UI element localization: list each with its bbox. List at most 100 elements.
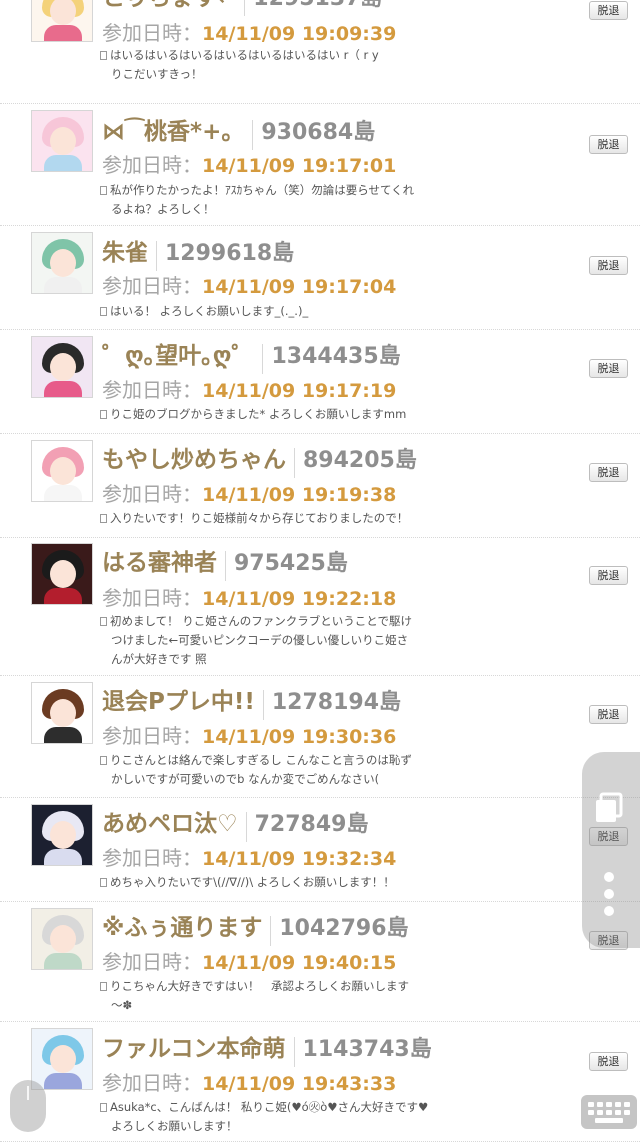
name-line: とりちょす← 1295137島 — [102, 0, 382, 18]
join-date-line: 参加日時：14/11/09 19:17:04 — [102, 271, 396, 301]
leave-button[interactable]: 脱退 — [589, 359, 628, 378]
comment-line: りこちゃん大好きですはい！ 承認よろしくお願いします — [110, 979, 409, 993]
join-date-line: 参加日時：14/11/09 19:09:39 — [102, 18, 396, 48]
join-date-value: 14/11/09 19:22:18 — [202, 588, 397, 610]
join-date-value: 14/11/09 19:30:36 — [202, 726, 397, 748]
avatar[interactable] — [31, 440, 93, 502]
join-date-value: 14/11/09 19:19:38 — [202, 484, 397, 506]
join-date-label: 参加日時： — [102, 274, 202, 298]
leave-button[interactable]: 脱退 — [589, 256, 628, 275]
comment-line: りこさんとは絡んで楽しすぎるし こんなこと言うのは恥ず — [110, 753, 412, 767]
memo-icon — [100, 514, 107, 523]
leave-button[interactable]: 脱退 — [589, 705, 628, 724]
comment-line: Asuka*c、こんばんは！ 私りこ姫(♥ó㊋ò♥さん大好きです♥ — [110, 1100, 429, 1114]
leave-button[interactable]: 脱退 — [589, 463, 628, 482]
join-date-value: 14/11/09 19:09:39 — [202, 23, 397, 45]
member-nickname[interactable]: はる審神者 — [102, 550, 217, 576]
member-comment: めちゃ入りたいです\(//∇//)\ よろしくお願いします！！ — [100, 873, 440, 892]
name-line: 朱雀 1299618島 — [102, 233, 294, 273]
memo-icon — [100, 186, 107, 195]
join-date-line: 参加日時：14/11/09 19:32:34 — [102, 843, 396, 873]
island-id: 894205島 — [303, 448, 417, 473]
comment-line: よろしくお願いします！ — [111, 1119, 238, 1133]
member-nickname[interactable]: ※ふぅ通ります — [102, 915, 262, 941]
name-line: ※ふぅ通ります 1042796島 — [102, 908, 409, 948]
mouse-icon[interactable] — [10, 1080, 46, 1132]
memo-icon — [100, 1103, 107, 1112]
join-date-label: 参加日時： — [102, 378, 202, 402]
comment-line: 私が作りたかったよ！ｱｽｶちゃん（笑）勿論は要らせてくれ — [110, 183, 415, 197]
member-row: はる審神者 975425島 参加日時：14/11/09 19:22:18 初めまして！… — [0, 538, 640, 676]
comment-line: んが大好きです 照 — [111, 652, 207, 666]
member-nickname[interactable]: とりちょす← — [102, 0, 236, 11]
leave-button[interactable]: 脱退 — [589, 1052, 628, 1071]
member-row: もやし炒めちゃん 894205島 参加日時：14/11/09 19:19:38 入りた… — [0, 434, 640, 538]
more-options-icon[interactable] — [604, 872, 614, 918]
avatar[interactable] — [31, 1028, 93, 1090]
join-date-label: 参加日時： — [102, 724, 202, 748]
comment-line: つけました←可愛いピンクコーデの優しい優しいりこ姫さ — [111, 633, 409, 647]
floating-side-panel[interactable] — [582, 752, 640, 948]
island-id: 727849島 — [254, 812, 369, 837]
avatar[interactable] — [31, 110, 93, 172]
join-date-line: 参加日時：14/11/09 19:17:01 — [102, 150, 396, 180]
member-comment: 入りたいです！りこ姫様前々から存じておりましたので！ — [100, 509, 440, 528]
member-comment: りこちゃん大好きですはい！ 承認よろしくお願いします ～✽ — [100, 977, 440, 1015]
member-nickname[interactable]: ゜ღ｡望叶｡ღ゜ — [102, 343, 254, 369]
join-date-value: 14/11/09 19:43:33 — [202, 1073, 397, 1095]
avatar[interactable] — [31, 908, 93, 970]
member-row: 退会Pプレ中!! 1278194島 参加日時：14/11/09 19:30:36 りこ… — [0, 676, 640, 798]
name-line: 退会Pプレ中!! 1278194島 — [102, 682, 401, 722]
copy-icon[interactable] — [593, 792, 625, 824]
join-date-value: 14/11/09 19:32:34 — [202, 848, 397, 870]
member-row: ゜ღ｡望叶｡ღ゜ 1344435島 参加日時：14/11/09 19:17:19 りこ… — [0, 330, 640, 434]
member-nickname[interactable]: あめペロ汰♡ — [102, 811, 238, 837]
comment-line: 初めまして！ りこ姫さんのファンクラブということで駆け — [110, 614, 412, 628]
member-nickname[interactable]: ファルコン本命萌 — [102, 1036, 286, 1062]
join-date-line: 参加日時：14/11/09 19:30:36 — [102, 721, 396, 751]
member-comment: Asuka*c、こんばんは！ 私りこ姫(♥ó㊋ò♥さん大好きです♥ よろしくお願い… — [100, 1098, 440, 1136]
comment-line: 入りたいです！りこ姫様前々から存じておりましたので！ — [110, 511, 409, 525]
member-nickname[interactable]: 朱雀 — [102, 240, 148, 266]
comment-line: かしいですが可愛いのでb なんか変でごめんなさい( — [111, 772, 380, 786]
divider — [270, 915, 272, 946]
avatar[interactable] — [31, 336, 93, 398]
memo-icon — [100, 982, 107, 991]
join-date-line: 参加日時：14/11/09 19:17:19 — [102, 375, 396, 405]
keyboard-icon[interactable] — [581, 1095, 637, 1129]
avatar[interactable] — [31, 0, 93, 42]
avatar[interactable] — [31, 804, 93, 866]
member-comment: りこさんとは絡んで楽しすぎるし こんなこと言うのは恥ず かしいですが可愛いのでb … — [100, 751, 440, 789]
island-id: 1278194島 — [271, 690, 401, 715]
name-line: あめペロ汰♡ 727849島 — [102, 804, 368, 844]
member-comment: 私が作りたかったよ！ｱｽｶちゃん（笑）勿論は要らせてくれ るよね？よろしく！ — [100, 181, 440, 219]
name-line: ゜ღ｡望叶｡ღ゜ 1344435島 — [102, 336, 401, 376]
member-comment: 初めまして！ りこ姫さんのファンクラブということで駆け つけました←可愛いピンクコ… — [100, 612, 440, 669]
island-id: 1295137島 — [253, 0, 382, 11]
avatar[interactable] — [31, 543, 93, 605]
member-row: ⋈⁀桃香*+。 930684島 参加日時：14/11/09 19:17:01 私が作り… — [0, 104, 640, 226]
divider — [156, 240, 157, 271]
leave-button[interactable]: 脱退 — [589, 1, 628, 20]
member-nickname[interactable]: もやし炒めちゃん — [102, 447, 286, 473]
join-date-line: 参加日時：14/11/09 19:40:15 — [102, 947, 396, 977]
island-id: 930684島 — [261, 120, 376, 145]
divider — [294, 447, 295, 478]
avatar[interactable] — [31, 232, 93, 294]
leave-button[interactable]: 脱退 — [589, 135, 628, 154]
member-nickname[interactable]: 退会Pプレ中!! — [102, 689, 255, 715]
name-line: もやし炒めちゃん 894205島 — [102, 440, 417, 480]
leave-button[interactable]: 脱退 — [589, 566, 628, 585]
member-nickname[interactable]: ⋈⁀桃香*+。 — [102, 119, 244, 145]
name-line: ファルコン本命萌 1143743島 — [102, 1029, 432, 1069]
memo-icon — [100, 51, 107, 60]
member-comment: はいるはいるはいるはいるはいるはいるはい r（ r y りこだいすきっ！ — [100, 46, 440, 84]
member-row: ※ふぅ通ります 1042796島 参加日時：14/11/09 19:40:15 りこち… — [0, 902, 640, 1022]
join-date-line: 参加日時：14/11/09 19:43:33 — [102, 1068, 396, 1098]
memo-icon — [100, 307, 107, 316]
comment-line: りこだいすきっ！ — [111, 67, 203, 81]
avatar[interactable] — [31, 682, 93, 744]
island-id: 1299618島 — [165, 241, 295, 266]
member-row: ファルコン本命萌 1143743島 参加日時：14/11/09 19:43:33 As… — [0, 1022, 640, 1142]
divider — [245, 811, 247, 842]
